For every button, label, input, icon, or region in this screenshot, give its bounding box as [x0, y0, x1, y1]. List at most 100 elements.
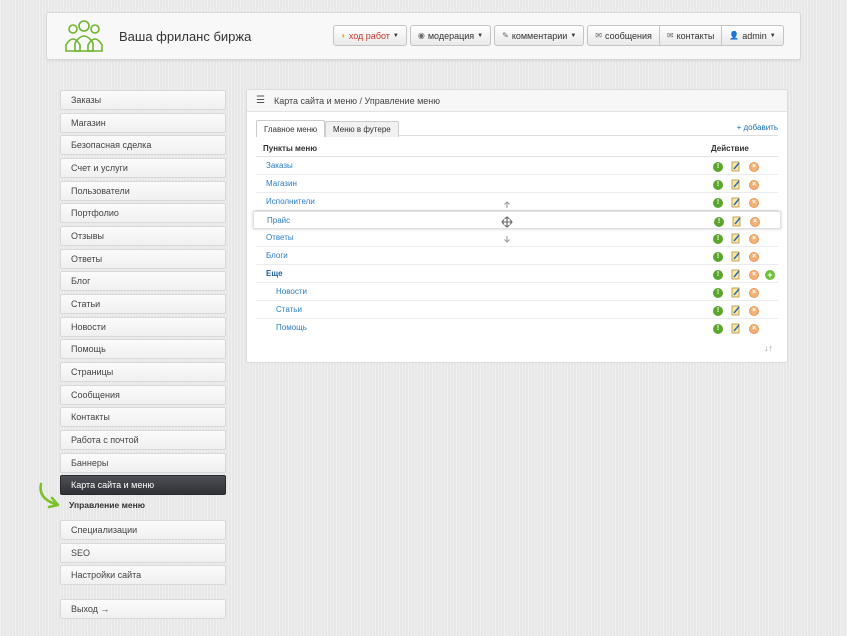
curved-arrow-icon: [39, 482, 60, 509]
menu-panel: ☰ Карта сайта и меню / Управление меню Г…: [246, 89, 788, 363]
edit-icon[interactable]: [731, 305, 741, 316]
edit-icon[interactable]: [731, 287, 741, 298]
edit-icon[interactable]: [731, 233, 741, 244]
delete-icon[interactable]: ×: [749, 305, 759, 316]
row-label[interactable]: Блоги: [266, 251, 288, 260]
logo-people-icon[interactable]: [61, 19, 107, 55]
delete-icon[interactable]: ×: [749, 323, 759, 334]
row-label[interactable]: Прайс: [267, 216, 290, 225]
toggle-icon[interactable]: !: [714, 216, 724, 227]
sidebar-item-safe-deal[interactable]: Безопасная сделка: [60, 135, 226, 155]
toggle-icon[interactable]: !: [713, 323, 723, 334]
row-actions: ! ×: [714, 216, 760, 227]
shield-icon: ◗: [341, 31, 346, 40]
messages-button[interactable]: ✉ сообщения: [587, 25, 660, 46]
sidebar-item-orders[interactable]: Заказы: [60, 90, 226, 110]
toggle-icon[interactable]: !: [713, 161, 723, 172]
delete-icon[interactable]: ×: [749, 161, 759, 172]
row-actions: ! ×: [713, 323, 759, 334]
add-link[interactable]: + добавить: [737, 123, 778, 132]
edit-icon[interactable]: [731, 197, 741, 208]
user-icon: 👤: [729, 31, 740, 40]
delete-icon[interactable]: ×: [749, 287, 759, 298]
row-label[interactable]: Еще: [266, 269, 283, 278]
user-menu-button[interactable]: 👤 admin ▼: [722, 25, 784, 46]
sidebar-item-reviews[interactable]: Отзывы: [60, 226, 226, 246]
table-row[interactable]: Статьи ! ×: [256, 301, 778, 319]
sidebar-item-seo[interactable]: SEO: [60, 543, 226, 563]
pencil-icon: ✎: [502, 31, 509, 40]
table-row[interactable]: Новости ! ×: [256, 283, 778, 301]
edit-icon[interactable]: [731, 179, 741, 190]
sidebar-item-specializations[interactable]: Специализации: [60, 520, 226, 540]
row-actions: ! ×: [713, 287, 759, 298]
table-row[interactable]: Ответы ! ×: [256, 229, 778, 247]
tab-main-menu[interactable]: Главное меню: [256, 120, 326, 137]
edit-icon[interactable]: [731, 269, 741, 280]
delete-icon[interactable]: ×: [749, 179, 759, 190]
table-row[interactable]: Еще ! × +: [256, 265, 778, 283]
sidebar-item-portfolio[interactable]: Портфолио: [60, 203, 226, 223]
moderation-button[interactable]: ◉ модерация ▼: [409, 25, 492, 46]
hamburger-icon[interactable]: ☰: [256, 95, 265, 106]
toggle-icon[interactable]: !: [713, 269, 723, 280]
edit-icon[interactable]: [731, 323, 741, 334]
table-row-dragging[interactable]: Прайс ! ×: [253, 201, 781, 243]
logout-button[interactable]: Выход →: [60, 599, 226, 619]
sidebar-item-billing[interactable]: Счет и услуги: [60, 158, 226, 178]
toggle-icon[interactable]: !: [713, 251, 723, 262]
row-label[interactable]: Новости: [276, 287, 307, 296]
sidebar-item-blog[interactable]: Блог: [60, 271, 226, 291]
table-row[interactable]: Помощь ! ×: [256, 319, 778, 337]
row-label[interactable]: Статьи: [276, 305, 302, 314]
row-label[interactable]: Ответы: [266, 233, 294, 242]
delete-icon[interactable]: ×: [749, 197, 759, 208]
row-label[interactable]: Магазин: [266, 179, 297, 188]
edit-icon[interactable]: [731, 161, 741, 172]
toggle-icon[interactable]: !: [713, 197, 723, 208]
toggle-icon[interactable]: !: [713, 305, 723, 316]
toggle-icon[interactable]: !: [713, 287, 723, 298]
sidebar-item-answers[interactable]: Ответы: [60, 249, 226, 269]
top-nav: ◗ ход работ ▼ ◉ модерация ▼ ✎ комментари…: [330, 25, 784, 46]
sort-icon[interactable]: ↓↑: [764, 343, 773, 353]
envelope-icon: ✉: [595, 31, 602, 40]
sidebar-item-messages[interactable]: Сообщения: [60, 385, 226, 405]
sidebar-item-banners[interactable]: Баннеры: [60, 453, 226, 473]
sidebar-item-shop[interactable]: Магазин: [60, 113, 226, 133]
table-row[interactable]: Магазин ! ×: [256, 175, 778, 193]
table-row[interactable]: Заказы ! ×: [256, 157, 778, 175]
contacts-button[interactable]: ✉ контакты: [659, 25, 723, 46]
tab-footer-menu[interactable]: Меню в футере: [325, 121, 399, 137]
table-row[interactable]: Исполнители ! ×: [256, 193, 778, 211]
edit-icon[interactable]: [732, 216, 742, 227]
sidebar-item-mail[interactable]: Работа с почтой: [60, 430, 226, 450]
chevron-down-icon: ▼: [392, 32, 399, 39]
edit-icon[interactable]: [731, 251, 741, 262]
brand-name[interactable]: Ваша фриланс биржа: [119, 29, 251, 44]
sidebar-item-help[interactable]: Помощь: [60, 339, 226, 359]
eye-icon: ◉: [417, 31, 425, 40]
column-items: Пункты меню: [263, 144, 318, 153]
row-label[interactable]: Помощь: [276, 323, 307, 332]
row-label[interactable]: Заказы: [266, 161, 293, 170]
delete-icon[interactable]: ×: [750, 216, 760, 227]
comments-button[interactable]: ✎ комментарии ▼: [494, 25, 585, 46]
sidebar-item-contacts[interactable]: Контакты: [60, 407, 226, 427]
add-subitem-icon[interactable]: +: [765, 269, 775, 280]
sidebar-subitem-menu-management[interactable]: Управление меню: [69, 500, 145, 510]
sidebar-item-sitemap[interactable]: Карта сайта и меню: [60, 475, 226, 495]
sidebar-item-news[interactable]: Новости: [60, 317, 226, 337]
sidebar-item-users[interactable]: Пользователи: [60, 181, 226, 201]
delete-icon[interactable]: ×: [749, 251, 759, 262]
toggle-icon[interactable]: !: [713, 233, 723, 244]
progress-button[interactable]: ◗ ход работ ▼: [333, 25, 407, 46]
row-label[interactable]: Исполнители: [266, 197, 315, 206]
delete-icon[interactable]: ×: [749, 233, 759, 244]
sidebar-item-settings[interactable]: Настройки сайта: [60, 565, 226, 585]
toggle-icon[interactable]: !: [713, 179, 723, 190]
table-row[interactable]: Блоги ! ×: [256, 247, 778, 265]
delete-icon[interactable]: ×: [749, 269, 759, 280]
sidebar-item-articles[interactable]: Статьи: [60, 294, 226, 314]
sidebar-item-pages[interactable]: Страницы: [60, 362, 226, 382]
